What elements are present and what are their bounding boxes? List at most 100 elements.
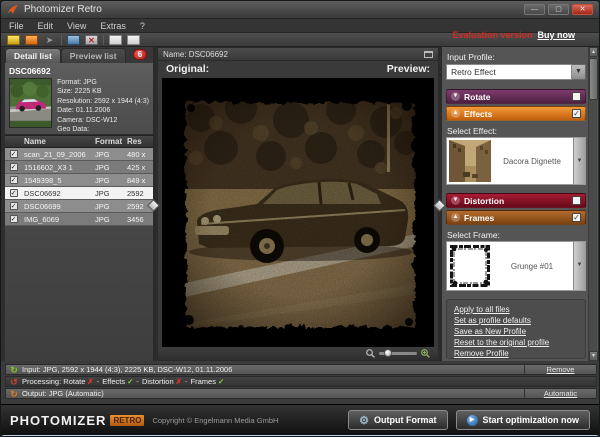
automatic-link[interactable]: Automatic bbox=[524, 389, 596, 399]
input-profile-dropdown[interactable]: Retro Effect ▼ bbox=[446, 64, 586, 80]
output-format-button[interactable]: ⚙ Output Format bbox=[348, 410, 447, 430]
chevron-up-icon[interactable]: ▲ bbox=[451, 109, 460, 118]
menu-help[interactable]: ? bbox=[140, 21, 145, 31]
tab-preview-list[interactable]: Preview list bbox=[61, 48, 126, 63]
section-effects[interactable]: ▲ Effects ✓ bbox=[446, 106, 586, 121]
zoom-bar bbox=[158, 347, 438, 360]
scroll-up-icon[interactable]: ▲ bbox=[589, 47, 598, 57]
delete-icon[interactable]: ✕ bbox=[85, 35, 98, 45]
zoom-in-icon[interactable] bbox=[421, 349, 430, 358]
play-icon: ▶ bbox=[467, 415, 478, 426]
effect-dropdown-arrow[interactable]: ▼ bbox=[573, 138, 585, 184]
apply-all-link[interactable]: Apply to all files bbox=[454, 304, 578, 315]
app-window: Photomizer Retro — ▢ ✕ File Edit View Ex… bbox=[0, 0, 600, 437]
chevron-down-icon[interactable]: ▼ bbox=[451, 196, 460, 205]
file-table: ✓ scan_21_09_2006JPG480 x ✓ 1516602_X3 1… bbox=[5, 148, 153, 226]
remove-profile-link[interactable]: Remove Profile bbox=[454, 348, 578, 359]
row-checkbox[interactable]: ✓ bbox=[10, 202, 18, 210]
save-profile-link[interactable]: Save as New Profile bbox=[454, 326, 578, 337]
scrollbar-thumb[interactable] bbox=[589, 58, 598, 100]
original-label: Original: bbox=[166, 63, 209, 75]
start-optimization-button[interactable]: ▶ Start optimization now bbox=[456, 410, 591, 430]
effects-status-mark: ✓ bbox=[127, 377, 133, 386]
preview-label: Preview: bbox=[387, 63, 430, 75]
table-row[interactable]: ✓ DSC06699JPG2592 bbox=[5, 200, 153, 213]
status-area: ↻ Input: JPG, 2592 x 1944 (4:3), 2225 KB… bbox=[5, 364, 597, 401]
row-checkbox[interactable]: ✓ bbox=[10, 215, 18, 223]
output-summary: Output: JPG (Automatic) bbox=[22, 389, 524, 398]
section-distortion[interactable]: ▼ Distortion bbox=[446, 193, 586, 208]
input-profile-value[interactable]: Retro Effect bbox=[446, 64, 572, 80]
distortion-checkbox[interactable] bbox=[572, 196, 581, 205]
import-icon[interactable]: ➤ bbox=[43, 35, 56, 45]
preview-labels: Original: Preview: bbox=[158, 61, 438, 77]
chevron-down-icon[interactable]: ▼ bbox=[451, 92, 460, 101]
processing-icon: ↺ bbox=[6, 377, 22, 387]
gear-icon: ⚙ bbox=[359, 414, 369, 427]
open-folder-icon[interactable] bbox=[25, 35, 38, 45]
column-name[interactable]: Name bbox=[22, 137, 95, 146]
effects-checkbox[interactable]: ✓ bbox=[572, 109, 581, 118]
app-logo-icon bbox=[7, 4, 19, 16]
effect-selector[interactable]: Dacora Dignette ▼ bbox=[446, 137, 586, 185]
reset-profile-link[interactable]: Reset to the original profile bbox=[454, 337, 578, 348]
detach-window-icon[interactable] bbox=[424, 51, 433, 58]
set-defaults-link[interactable]: Set as profile defaults bbox=[454, 315, 578, 326]
frame-selector[interactable]: Grunge #01 ▼ bbox=[446, 241, 586, 291]
panel-scrollbar[interactable]: ▲ ▼ bbox=[588, 47, 597, 361]
preview-photo bbox=[171, 88, 425, 338]
zoom-out-icon[interactable] bbox=[366, 349, 375, 358]
window-title: Photomizer Retro bbox=[24, 4, 521, 15]
rotate-checkbox[interactable] bbox=[572, 92, 581, 101]
row-checkbox[interactable]: ✓ bbox=[10, 150, 18, 158]
frames-checkbox[interactable]: ✓ bbox=[572, 213, 581, 222]
minimize-button[interactable]: — bbox=[524, 4, 545, 15]
table-header: Name Format Res bbox=[5, 135, 153, 148]
menu-file[interactable]: File bbox=[9, 21, 24, 31]
column-resolution[interactable]: Res bbox=[127, 137, 153, 146]
panel-filler bbox=[5, 226, 153, 361]
section-frames[interactable]: ▲ Frames ✓ bbox=[446, 210, 586, 225]
row-checkbox[interactable]: ✓ bbox=[10, 176, 18, 184]
buy-now-link[interactable]: Buy now bbox=[538, 30, 576, 40]
evaluation-banner: Evaluation versionBuy now bbox=[452, 30, 575, 40]
detail-view-icon[interactable] bbox=[109, 35, 122, 45]
zoom-slider[interactable] bbox=[379, 352, 417, 355]
table-row-selected[interactable]: ✓ DSC06692JPG2592 bbox=[5, 187, 153, 200]
camera-icon[interactable] bbox=[67, 35, 80, 45]
frame-name: Grunge #01 bbox=[491, 262, 573, 271]
footer-bar: PHOTOMIZER RETRO Copyright © Engelmann M… bbox=[1, 404, 599, 435]
table-row[interactable]: ✓ scan_21_09_2006JPG480 x bbox=[5, 148, 153, 161]
rotate-status-mark: ✗ bbox=[87, 377, 93, 386]
detail-fields: Format: JPG Size: 2225 KB Resolution: 25… bbox=[57, 78, 149, 134]
table-row[interactable]: ✓ 1549398_5JPG849 x bbox=[5, 174, 153, 187]
input-summary: Input: JPG, 2592 x 1944 (4:3), 2225 KB, … bbox=[22, 365, 524, 374]
maximize-button[interactable]: ▢ bbox=[548, 4, 569, 15]
list-tabs: Detail list Preview list 6 bbox=[5, 47, 153, 63]
file-thumbnail bbox=[9, 78, 52, 128]
input-profile-label: Input Profile: bbox=[447, 52, 495, 62]
menu-edit[interactable]: Edit bbox=[38, 21, 54, 31]
column-format[interactable]: Format bbox=[95, 137, 127, 146]
table-row[interactable]: ✓ IMG_6069JPG3456 bbox=[5, 213, 153, 226]
frame-thumbnail bbox=[449, 244, 491, 288]
chevron-down-icon[interactable]: ▼ bbox=[572, 64, 586, 80]
section-rotate[interactable]: ▼ Rotate bbox=[446, 89, 586, 104]
close-button[interactable]: ✕ bbox=[572, 4, 593, 15]
row-checkbox[interactable]: ✓ bbox=[10, 163, 18, 171]
menu-extras[interactable]: Extras bbox=[100, 21, 126, 31]
file-detail-box: DSC06692 Format: JPG Size: 2225 KB Resol… bbox=[5, 63, 153, 135]
frame-dropdown-arrow[interactable]: ▼ bbox=[573, 242, 585, 290]
zoom-slider-knob[interactable] bbox=[384, 349, 392, 357]
processing-summary: Processing: Rotate✗- Effects✓- Distortio… bbox=[22, 377, 524, 386]
menu-view[interactable]: View bbox=[67, 21, 86, 31]
table-row[interactable]: ✓ 1516602_X3 1JPG425 x bbox=[5, 161, 153, 174]
new-icon[interactable] bbox=[7, 35, 20, 45]
input-icon: ↻ bbox=[6, 365, 22, 375]
row-checkbox[interactable]: ✓ bbox=[10, 189, 18, 197]
tab-detail-list[interactable]: Detail list bbox=[5, 48, 61, 63]
scroll-down-icon[interactable]: ▼ bbox=[589, 351, 598, 361]
chevron-up-icon[interactable]: ▲ bbox=[451, 213, 460, 222]
remove-link[interactable]: Remove bbox=[524, 365, 596, 375]
preview-view-icon[interactable] bbox=[127, 35, 140, 45]
